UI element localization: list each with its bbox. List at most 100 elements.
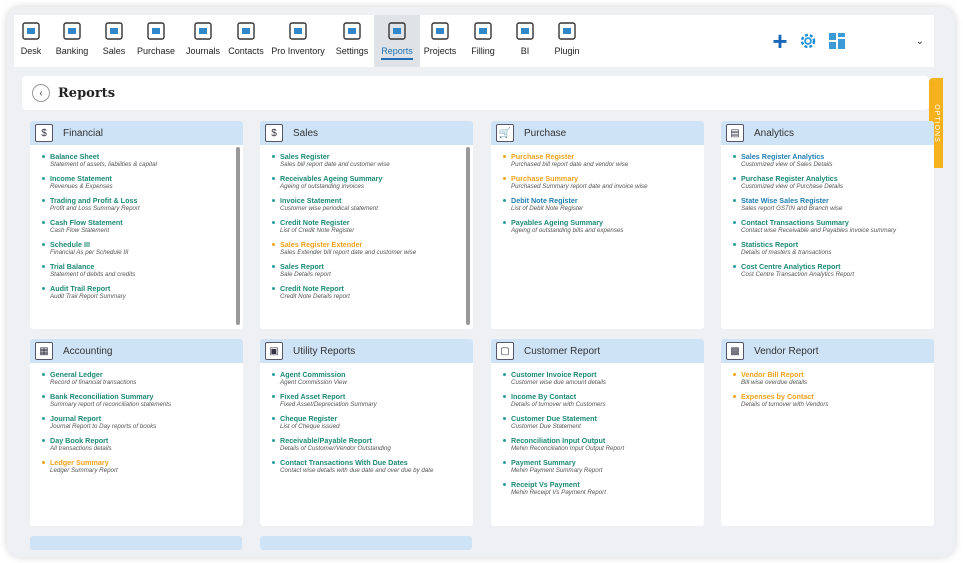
report-link[interactable]: Ledger Summary Ledger Summary Report <box>42 458 243 475</box>
report-link-title[interactable]: Income By Contact <box>511 392 704 401</box>
report-link-title[interactable]: Receivable/Payable Report <box>280 436 473 445</box>
report-link[interactable]: Trial Balance Statement of debits and cre… <box>42 262 243 279</box>
nav-item-purchase[interactable]: Purchase <box>132 15 180 67</box>
dashboard-icon[interactable] <box>828 32 846 50</box>
report-link-title[interactable]: Reconciliation Input Output <box>511 436 704 445</box>
report-link[interactable]: Sales Report Sale Details report <box>272 262 473 279</box>
report-link-title[interactable]: Cost Centre Analytics Report <box>741 262 934 271</box>
report-link[interactable]: Schedule III Financial As per Schedule II… <box>42 240 243 257</box>
report-link[interactable]: Reconciliation Input Output Mehin Reconci… <box>503 436 704 453</box>
report-link-title[interactable]: Invoice Statement <box>280 196 473 205</box>
report-link[interactable]: Payment Summary Mehin Payment Summary Rep… <box>503 458 704 475</box>
nav-item-projects[interactable]: Projects <box>420 15 460 67</box>
nav-item-reports[interactable]: Reports <box>374 15 420 67</box>
report-link[interactable]: Sales Register Sales bill report date and… <box>272 152 473 169</box>
report-link[interactable]: Fixed Asset Report Fixed Asset/Depreciati… <box>272 392 473 409</box>
report-link-title[interactable]: Credit Note Report <box>280 284 473 293</box>
report-link[interactable]: General Ledger Record of financial transa… <box>42 370 243 387</box>
report-link-title[interactable]: State Wise Sales Register <box>741 196 934 205</box>
report-link-title[interactable]: Contact Transactions With Due Dates <box>280 458 473 467</box>
report-link[interactable]: Expenses by Contact Details of turnover w… <box>733 392 934 409</box>
add-icon[interactable]: + <box>772 28 787 54</box>
report-link-title[interactable]: Trial Balance <box>50 262 243 271</box>
scrollbar[interactable] <box>236 147 240 325</box>
report-link[interactable]: Customer Invoice Report Customer wise due… <box>503 370 704 387</box>
report-link[interactable]: Customer Due Statement Customer Due State… <box>503 414 704 431</box>
report-link[interactable]: Income By Contact Details of turnover wit… <box>503 392 704 409</box>
report-link[interactable]: Income Statement Revenues & Expenses <box>42 174 243 191</box>
gear-icon[interactable] <box>798 31 818 51</box>
nav-item-plugin[interactable]: Plugin <box>544 15 590 67</box>
scrollbar[interactable] <box>466 147 470 325</box>
nav-item-sales[interactable]: Sales <box>96 15 132 67</box>
report-link[interactable]: Purchase Summary Purchased Summary report… <box>503 174 704 191</box>
report-link-title[interactable]: Customer Invoice Report <box>511 370 704 379</box>
report-link[interactable]: Purchase Register Purchased bill report d… <box>503 152 704 169</box>
report-link[interactable]: Sales Register Extender Sales Extender bi… <box>272 240 473 257</box>
report-link[interactable]: State Wise Sales Register Sales report GS… <box>733 196 934 213</box>
report-link[interactable]: Agent Commission Agent Commission View <box>272 370 473 387</box>
report-link-title[interactable]: Schedule III <box>50 240 243 249</box>
report-link-title[interactable]: Payment Summary <box>511 458 704 467</box>
nav-item-settings[interactable]: Settings <box>330 15 374 67</box>
report-link-title[interactable]: Payables Ageing Summary <box>511 218 704 227</box>
report-link[interactable]: Receivables Ageing Summary Ageing of outs… <box>272 174 473 191</box>
report-link[interactable]: Vendor Bill Report Bill wise overdue deta… <box>733 370 934 387</box>
nav-item-pro-inventory[interactable]: Pro Inventory <box>266 15 330 67</box>
nav-item-journals[interactable]: Journals <box>180 15 226 67</box>
report-link[interactable]: Sales Register Analytics Customized view … <box>733 152 934 169</box>
report-link-title[interactable]: Cash Flow Statement <box>50 218 243 227</box>
nav-item-contacts[interactable]: Contacts <box>226 15 266 67</box>
report-link-title[interactable]: Customer Due Statement <box>511 414 704 423</box>
report-link[interactable]: Contact Transactions Summary Contact wise… <box>733 218 934 235</box>
report-link-title[interactable]: Fixed Asset Report <box>280 392 473 401</box>
report-link-title[interactable]: Receipt Vs Payment <box>511 480 704 489</box>
report-link[interactable]: Bank Reconciliation Summary Summary repor… <box>42 392 243 409</box>
report-link[interactable]: Balance Sheet Statement of assets, liabil… <box>42 152 243 169</box>
back-button[interactable]: ‹ <box>32 84 50 102</box>
report-link[interactable]: Contact Transactions With Due Dates Conta… <box>272 458 473 475</box>
report-link-title[interactable]: General Ledger <box>50 370 243 379</box>
report-link-title[interactable]: Purchase Register Analytics <box>741 174 934 183</box>
report-link-title[interactable]: Vendor Bill Report <box>741 370 934 379</box>
report-link-title[interactable]: Statistics Report <box>741 240 934 249</box>
report-link[interactable]: Journal Report Journal Report to Day repo… <box>42 414 243 431</box>
report-link-title[interactable]: Purchase Summary <box>511 174 704 183</box>
report-link-title[interactable]: Sales Register Extender <box>280 240 473 249</box>
report-link[interactable]: Debit Note Register List of Debit Note Re… <box>503 196 704 213</box>
report-link[interactable]: Purchase Register Analytics Customized vi… <box>733 174 934 191</box>
report-link-title[interactable]: Balance Sheet <box>50 152 243 161</box>
nav-item-desk[interactable]: Desk <box>14 15 48 67</box>
report-link-title[interactable]: Bank Reconciliation Summary <box>50 392 243 401</box>
report-link-title[interactable]: Journal Report <box>50 414 243 423</box>
report-link-title[interactable]: Day Book Report <box>50 436 243 445</box>
report-link[interactable]: Cash Flow Statement Cash Flow Statement <box>42 218 243 235</box>
report-link-title[interactable]: Trading and Profit & Loss <box>50 196 243 205</box>
report-link[interactable]: Trading and Profit & Loss Profit and Loss… <box>42 196 243 213</box>
report-link[interactable]: Payables Ageing Summary Ageing of outstan… <box>503 218 704 235</box>
report-link-title[interactable]: Purchase Register <box>511 152 704 161</box>
report-link-title[interactable]: Income Statement <box>50 174 243 183</box>
report-link-title[interactable]: Receivables Ageing Summary <box>280 174 473 183</box>
nav-item-bi[interactable]: BI <box>506 15 544 67</box>
report-link-title[interactable]: Ledger Summary <box>50 458 243 467</box>
report-link[interactable]: Day Book Report All transactions details <box>42 436 243 453</box>
report-link-title[interactable]: Sales Register Analytics <box>741 152 934 161</box>
report-link[interactable]: Credit Note Report Credit Note Details re… <box>272 284 473 301</box>
report-link-title[interactable]: Contact Transactions Summary <box>741 218 934 227</box>
report-link[interactable]: Audit Trail Report Audit Trail Report Sum… <box>42 284 243 301</box>
report-link-title[interactable]: Audit Trail Report <box>50 284 243 293</box>
report-link[interactable]: Invoice Statement Customer wise periodica… <box>272 196 473 213</box>
report-link-title[interactable]: Agent Commission <box>280 370 473 379</box>
report-link-title[interactable]: Expenses by Contact <box>741 392 934 401</box>
report-link-title[interactable]: Cheque Register <box>280 414 473 423</box>
report-link[interactable]: Statistics Report Details of masters & tr… <box>733 240 934 257</box>
report-link-title[interactable]: Sales Register <box>280 152 473 161</box>
report-link-title[interactable]: Credit Note Register <box>280 218 473 227</box>
report-link[interactable]: Cheque Register List of Cheque issued <box>272 414 473 431</box>
report-link-title[interactable]: Debit Note Register <box>511 196 704 205</box>
report-link[interactable]: Receipt Vs Payment Mehin Receipt Vs Payme… <box>503 480 704 497</box>
report-link[interactable]: Receivable/Payable Report Details of Cust… <box>272 436 473 453</box>
nav-item-filling[interactable]: Filling <box>460 15 506 67</box>
report-link[interactable]: Credit Note Register List of Credit Note … <box>272 218 473 235</box>
